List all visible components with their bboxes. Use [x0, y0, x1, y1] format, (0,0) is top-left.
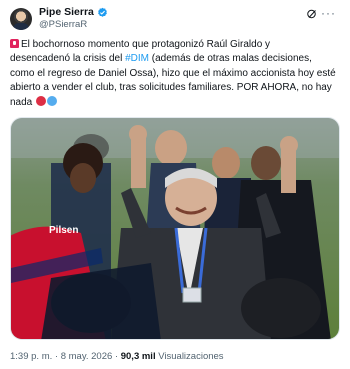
tweet-meta: 1:39 p. m. · 8 may. 2026 · 90,3 mil Visu… [10, 351, 224, 362]
more-icon[interactable]: ··· [321, 6, 336, 20]
hashtag-link[interactable]: #DIM [125, 53, 149, 64]
author-name[interactable]: Pipe Sierra [39, 6, 94, 18]
view-count: 90,3 mil [120, 351, 156, 362]
tweet-header: Pipe Sierra @PSierraR ··· [10, 6, 340, 36]
grok-icon[interactable] [306, 8, 318, 20]
meta-separator-2: · [114, 351, 119, 362]
photo-illustration: Pilsen [11, 118, 339, 339]
text-line-4: abierto a vender el club, tras solicitud… [10, 82, 332, 94]
views-label: Visualizaciones [158, 351, 224, 362]
blue-circle-icon [47, 95, 58, 106]
author-row: Pipe Sierra [39, 6, 108, 18]
verified-badge-icon [98, 7, 107, 17]
text-line-5: nada [10, 96, 33, 108]
avatar[interactable] [10, 8, 32, 30]
text-line-2b: (además de otras malas decisiones, [148, 53, 312, 65]
author-handle[interactable]: @PSierraR [39, 19, 87, 30]
text-line-3: como el regreso de Daniel Ossa), hizo qu… [10, 67, 336, 79]
text-line-2a: desencadenó la crisis del [10, 53, 126, 65]
tweet-text: El bochornoso momento que protagonizó Ra… [10, 38, 340, 110]
red-circle-icon [36, 95, 47, 106]
post-time[interactable]: 1:39 p. m. [10, 351, 52, 362]
siren-icon [10, 39, 19, 48]
jersey-text: Pilsen [49, 225, 78, 236]
post-date[interactable]: 8 may. 2026 [61, 351, 113, 362]
text-line-1: El bochornoso momento que protagonizó Ra… [21, 39, 271, 50]
tweet-photo[interactable]: Pilsen [10, 117, 340, 340]
tweet: Pipe Sierra @PSierraR ··· El bochornoso … [0, 0, 350, 369]
meta-separator: · [54, 351, 59, 362]
